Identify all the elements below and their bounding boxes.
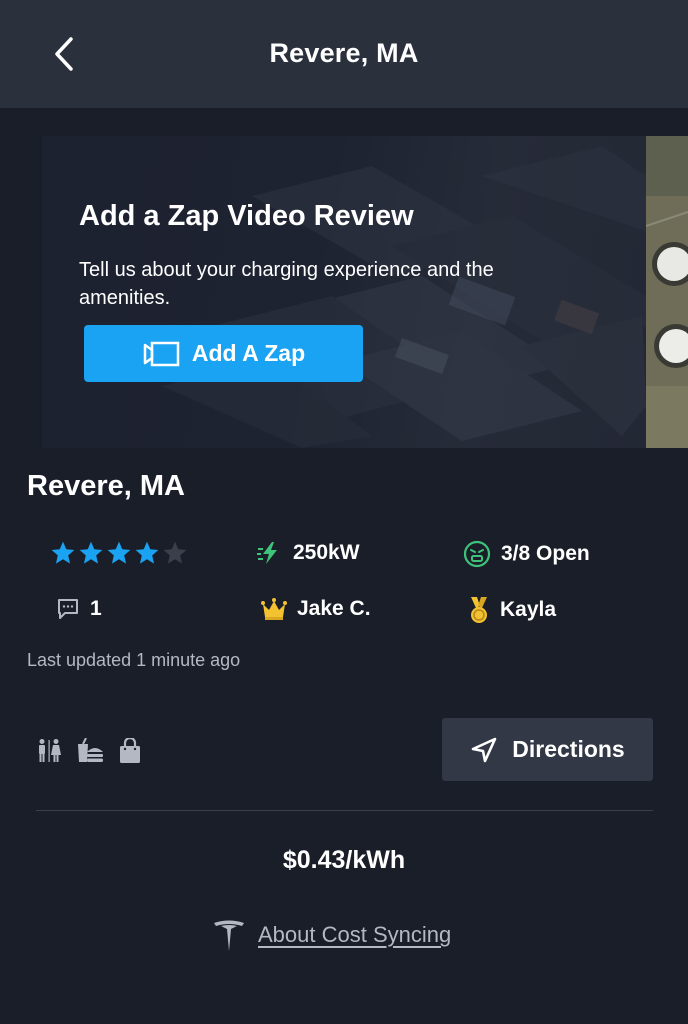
star-icon <box>51 541 75 564</box>
star-icon <box>107 541 131 564</box>
video-camera-icon <box>143 341 180 366</box>
medal-stat: Kayla <box>468 596 556 624</box>
availability-stat: 3/8 Open <box>463 540 590 568</box>
header-bar: Revere, MA <box>0 0 688 108</box>
medal-icon <box>471 597 487 623</box>
crown-icon <box>261 598 287 620</box>
page-title: Revere, MA <box>269 38 419 68</box>
busy-face-icon <box>463 540 491 568</box>
last-updated-text: Last updated 1 minute ago <box>27 650 241 670</box>
shopping-bag-icon <box>120 738 140 763</box>
comments-stat[interactable]: 1 <box>56 597 102 621</box>
satellite-thumbnail <box>646 136 688 448</box>
directions-button[interactable]: Directions <box>442 718 653 781</box>
power-stat: 250kW <box>257 540 360 566</box>
tesla-logo-icon <box>214 920 244 951</box>
about-cost-syncing-link[interactable]: About Cost Syncing <box>258 922 451 948</box>
directions-label: Directions <box>512 736 625 762</box>
availability-value: 3/8 Open <box>501 542 590 565</box>
star-rating <box>50 540 188 566</box>
star-icon <box>135 541 159 564</box>
king-name: Jake C. <box>297 597 371 620</box>
navigation-arrow-icon <box>471 737 497 762</box>
banner-description: Tell us about your charging experience a… <box>79 259 494 309</box>
satellite-image-card[interactable] <box>646 136 688 448</box>
king-stat: Jake C. <box>261 597 371 621</box>
comment-icon <box>58 599 78 619</box>
station-name: Revere, MA <box>27 470 185 502</box>
add-zap-button[interactable]: Add A Zap <box>84 325 363 382</box>
power-value: 250kW <box>293 541 360 564</box>
medal-holder-name: Kayla <box>500 598 557 621</box>
add-zap-label: Add A Zap <box>191 340 306 366</box>
price-per-kwh: $0.43/kWh <box>282 846 406 874</box>
lightning-icon <box>257 542 277 564</box>
food-icon <box>78 738 103 762</box>
amenities-list <box>36 738 142 764</box>
star-icon <box>79 541 103 564</box>
section-divider <box>36 810 653 811</box>
cost-sync-row[interactable]: About Cost Syncing <box>212 918 451 952</box>
zap-review-banner[interactable]: Add a Zap Video Review Tell us about you… <box>42 136 646 448</box>
promo-carousel[interactable]: Add a Zap Video Review Tell us about you… <box>0 136 688 448</box>
star-empty-icon <box>163 541 187 564</box>
banner-title: Add a Zap Video Review <box>79 200 414 232</box>
restroom-icon <box>39 739 61 762</box>
comments-count: 1 <box>90 597 102 620</box>
